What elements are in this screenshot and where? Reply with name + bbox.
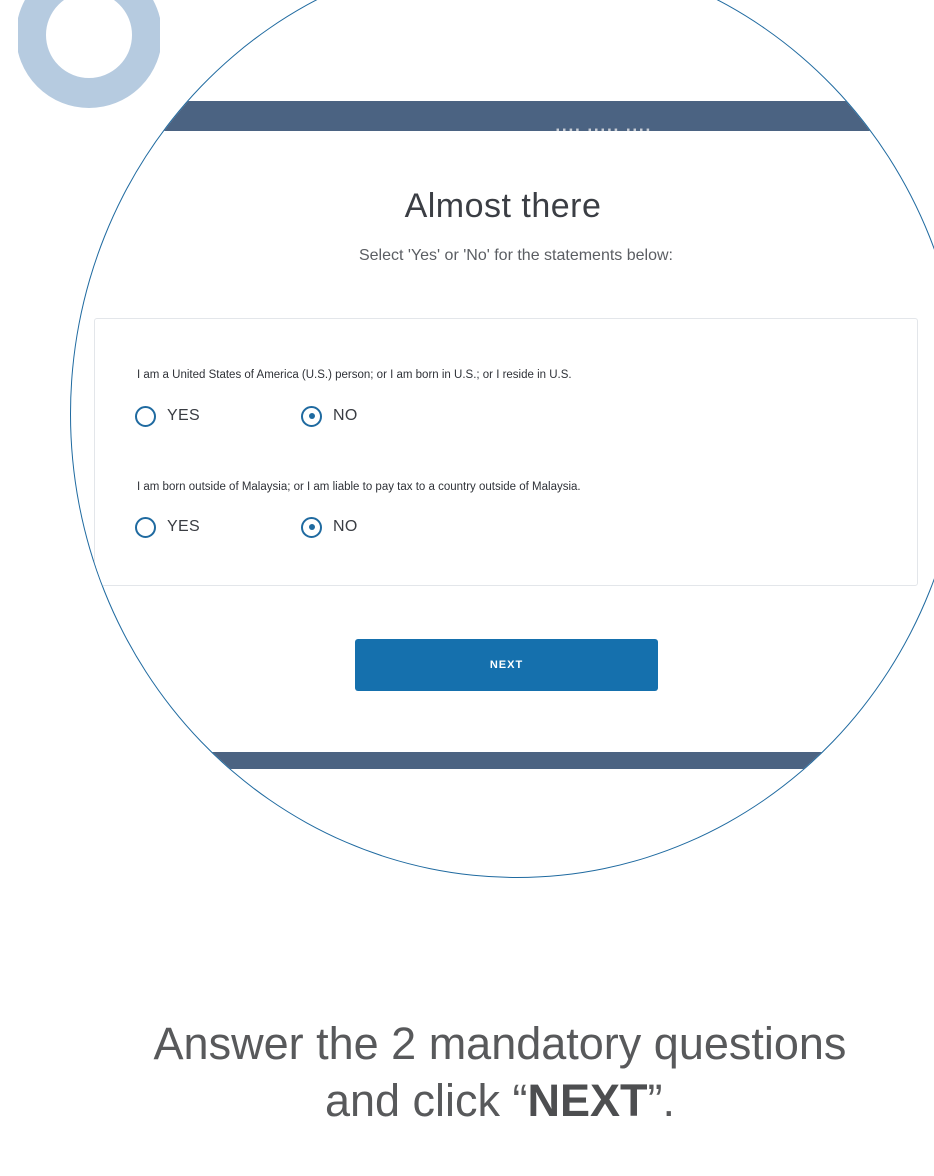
app-footer-bar <box>71 752 934 769</box>
radio-checked-icon[interactable] <box>301 405 322 427</box>
caption-emphasis: NEXT <box>527 1075 648 1126</box>
question-2-no-option[interactable]: NO <box>301 514 358 540</box>
option-label: NO <box>333 407 358 424</box>
question-2-yes-option[interactable]: YES <box>135 514 200 540</box>
radio-unchecked-icon[interactable] <box>135 405 156 427</box>
option-label: NO <box>333 518 358 535</box>
caption-line-2-suffix: ”. <box>647 1075 676 1126</box>
option-label: YES <box>167 407 200 424</box>
questions-card <box>94 318 918 586</box>
page-title: Almost there <box>404 187 602 225</box>
page-subtitle: Select 'Yes' or 'No' for the statements … <box>358 247 673 264</box>
question-2-text: I am born outside of Malaysia; or I am l… <box>137 481 581 493</box>
app-header-bar <box>71 101 934 131</box>
question-1-text: I am a United States of America (U.S.) p… <box>137 369 572 381</box>
next-button[interactable]: NEXT <box>355 639 658 691</box>
question-1-yes-option[interactable]: YES <box>135 403 200 429</box>
caption-line-1: Answer the 2 mandatory questions <box>153 1018 847 1069</box>
radio-unchecked-icon[interactable] <box>135 516 156 538</box>
option-label: YES <box>167 518 200 535</box>
header-faded-text: ▪▪▪▪ ▪▪▪▪▪ ▪▪▪▪ <box>556 125 653 136</box>
magnified-screen: ▪▪▪▪ ▪▪▪▪▪ ▪▪▪▪ Almost there Select 'Yes… <box>70 0 934 878</box>
tutorial-page: ▪▪▪▪ ▪▪▪▪▪ ▪▪▪▪ Almost there Select 'Yes… <box>0 0 934 1176</box>
question-1-no-option[interactable]: NO <box>301 403 358 429</box>
caption-line-2-prefix: and click “ <box>324 1075 528 1126</box>
radio-checked-icon[interactable] <box>301 516 322 538</box>
instruction-caption: Answer the 2 mandatory questions and cli… <box>0 1015 934 1129</box>
